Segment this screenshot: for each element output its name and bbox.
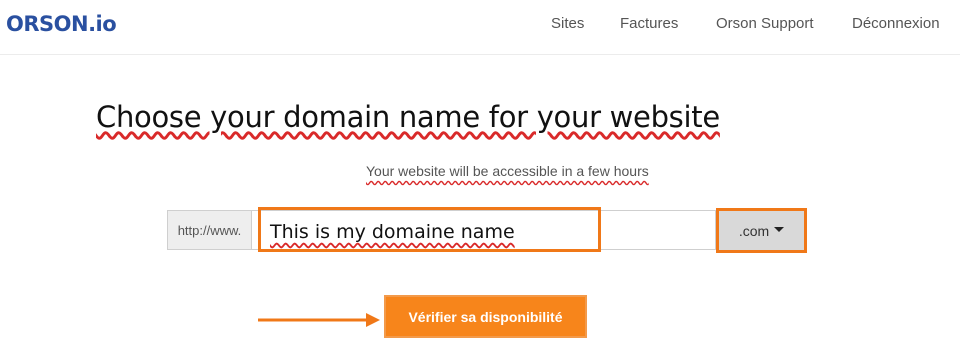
chevron-down-icon: [774, 227, 785, 232]
tld-selected-value: .com: [738, 222, 770, 239]
page-title: Choose your domain name for your website: [96, 100, 720, 134]
domain-prefix-label: http://www.: [167, 210, 251, 250]
nav-sites[interactable]: Sites: [551, 15, 584, 32]
page-subtitle: Your website will be accessible in a few…: [366, 163, 649, 179]
nav-factures[interactable]: Factures: [620, 15, 678, 32]
check-availability-button[interactable]: Vérifier sa disponibilité: [384, 295, 587, 338]
nav-orson-support[interactable]: Orson Support: [716, 15, 814, 32]
tld-dropdown[interactable]: .com: [716, 208, 807, 253]
nav-logout[interactable]: Déconnexion: [852, 15, 940, 32]
domain-input-value[interactable]: This is my domaine name: [270, 221, 515, 243]
arrow-right-icon: [258, 313, 380, 327]
logo[interactable]: ORSON.io: [6, 12, 117, 36]
top-navbar: ORSON.io Sites Factures Orson Support Dé…: [0, 0, 960, 55]
